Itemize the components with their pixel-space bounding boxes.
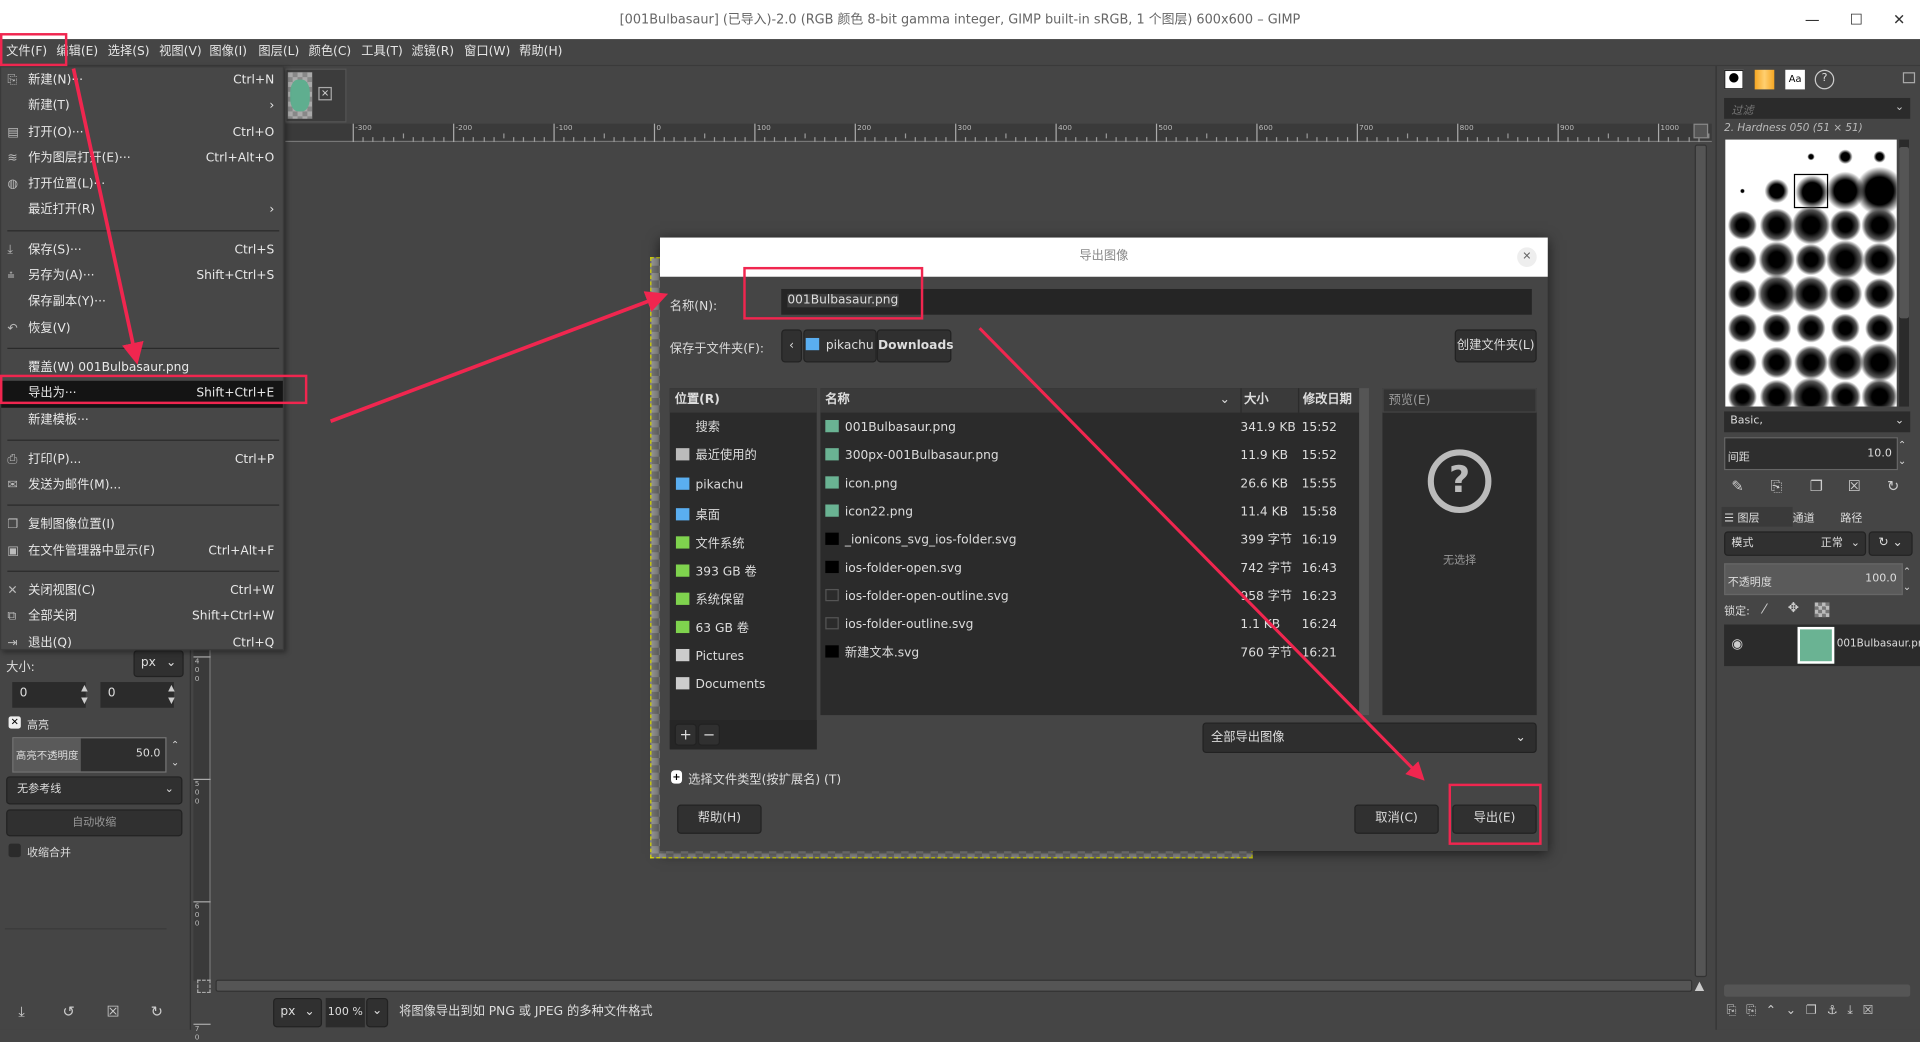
annotation-arrows — [71, 68, 1425, 781]
arrow-to-filename — [329, 291, 669, 423]
gimp-window: [001Bulbasaur] (已导入)-2.0 (RGB 颜色 8-bit g… — [0, 0, 1920, 1042]
arrow-to-export-button — [978, 327, 1425, 781]
arrow-to-export-as — [71, 68, 144, 365]
